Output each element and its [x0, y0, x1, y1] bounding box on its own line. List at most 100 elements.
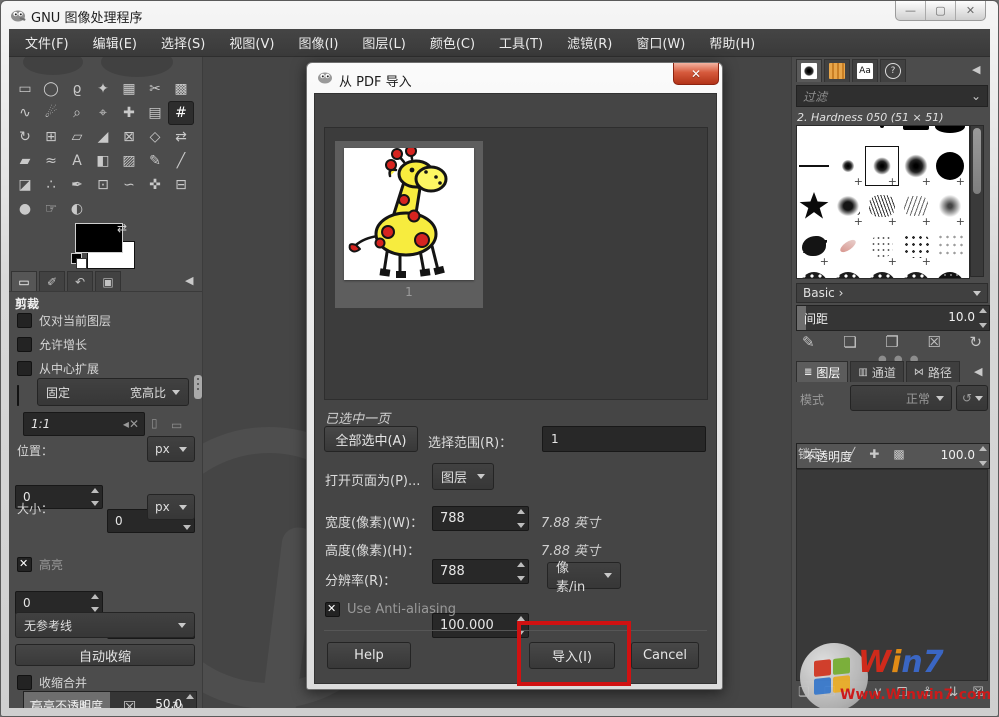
refresh-brushes-button[interactable]: ↻	[969, 333, 982, 351]
brush-sponge-2[interactable]	[831, 266, 865, 279]
menu-item[interactable]: 文件(F)	[15, 30, 79, 55]
fixed-combo[interactable]: 固定 宽高比	[37, 378, 189, 406]
menu-item[interactable]: 滤镜(R)	[557, 30, 622, 55]
default-colors-icon[interactable]	[71, 253, 85, 267]
brush-specks[interactable]	[865, 226, 899, 266]
tool-align[interactable]: ▤	[142, 101, 168, 125]
tool-gradient[interactable]: ▨	[116, 149, 142, 173]
tool-move[interactable]: ✚	[116, 101, 142, 125]
brush-hardness-050-selected[interactable]	[865, 146, 899, 186]
tool-warp[interactable]: ≈	[38, 149, 64, 173]
layers-collapse-icon[interactable]: ◀	[974, 365, 982, 378]
spin-up-icon[interactable]	[979, 446, 987, 451]
tool-airbrush[interactable]: ∴	[38, 173, 64, 197]
layers-list[interactable]	[796, 469, 988, 681]
tab-help[interactable]: ?	[880, 59, 906, 82]
spin-up-icon[interactable]	[91, 488, 99, 493]
tab-paths[interactable]: ⋈路径	[906, 361, 960, 382]
left-dock-collapse-icon[interactable]: ◀	[185, 274, 193, 287]
layer-mode-dropdown[interactable]: 正常	[850, 385, 952, 411]
menu-item[interactable]: 帮助(H)	[699, 30, 765, 55]
close-button[interactable]: ✕	[956, 1, 985, 20]
tool-perspective[interactable]: ◢	[90, 125, 116, 149]
highlight-checkbox[interactable]	[17, 557, 32, 572]
spin-up-icon[interactable]	[91, 594, 99, 599]
shrink-merged-checkbox[interactable]	[17, 675, 32, 690]
guides-dropdown[interactable]: 无参考线	[15, 612, 195, 638]
tab-brushes[interactable]	[796, 59, 822, 82]
brush-pixel[interactable]	[865, 125, 899, 146]
range-input[interactable]: 1	[542, 426, 706, 452]
tab-device-status[interactable]: ✐	[39, 271, 65, 292]
brush-sponge-5[interactable]	[933, 266, 967, 279]
brush-acrylic-2[interactable]	[865, 186, 899, 226]
brush-sponge-4[interactable]	[899, 266, 933, 279]
brush-acrylic-1[interactable]	[831, 186, 865, 226]
tool-dodge-burn[interactable]: ☞	[38, 197, 64, 221]
menu-item[interactable]: 图层(L)	[352, 30, 415, 55]
menu-item[interactable]: 编辑(E)	[83, 30, 147, 55]
help-button[interactable]: Help	[327, 642, 411, 669]
brush-sparse-dots[interactable]	[933, 226, 967, 266]
tool-dodge[interactable]: ◐	[64, 197, 90, 221]
spin-up-icon[interactable]	[979, 308, 987, 313]
tab-fonts[interactable]: Aa	[852, 59, 878, 82]
brush-grid-scrollbar[interactable]	[970, 125, 984, 277]
brush-dots[interactable]	[899, 226, 933, 266]
tool-ellipse-select[interactable]: ◯	[38, 77, 64, 101]
duplicate-layer-button[interactable]: ⧠	[897, 685, 907, 700]
height-spinner[interactable]: 788	[432, 559, 529, 584]
clear-input-icon[interactable]: ◂✕	[123, 417, 139, 431]
brush-block[interactable]	[899, 125, 933, 146]
tool-crop[interactable]: #	[168, 101, 194, 125]
spin-down-icon[interactable]	[91, 501, 99, 506]
select-all-button[interactable]: 全部选中(A)	[324, 426, 418, 452]
tool-text[interactable]: A	[64, 149, 90, 173]
tool-scissors-select[interactable]: ✂	[142, 77, 168, 101]
brush-blank[interactable]	[831, 125, 865, 146]
lock-alpha-icon[interactable]: ▩	[893, 447, 904, 461]
autoshrink-button[interactable]: 自动收缩	[15, 644, 195, 666]
tool-rect-select[interactable]: ▭	[12, 77, 38, 101]
brush-ink-blot[interactable]	[797, 226, 831, 266]
tool-perspective-clone[interactable]: ⊟	[168, 173, 194, 197]
spin-up-icon[interactable]	[517, 562, 525, 567]
lock-position-icon[interactable]: ✚	[869, 447, 879, 461]
brush-smear[interactable]	[831, 226, 865, 266]
tool-measure[interactable]: ⌖	[90, 101, 116, 125]
anchor-layer-button[interactable]: ⚓	[921, 685, 933, 700]
tool-paintbrush[interactable]: ╱	[168, 149, 194, 173]
brush-hardness-075[interactable]	[899, 146, 933, 186]
portrait-orientation-icon[interactable]: ▯	[151, 416, 158, 430]
tool-scale[interactable]: ⊞	[38, 125, 64, 149]
checkbox-row-allow-growing[interactable]: 允许增长	[17, 336, 87, 353]
tool-ink[interactable]: ✒	[64, 173, 90, 197]
aspect-ratio-input[interactable]: 1:1 ◂✕	[23, 412, 145, 436]
pdf-page-thumbnail[interactable]: 1	[335, 141, 483, 308]
menu-item[interactable]: 窗口(W)	[626, 30, 695, 55]
dock-resize-grip[interactable]	[194, 375, 202, 399]
resolution-unit-dropdown[interactable]: 像素/in	[547, 562, 621, 589]
brush-ellipse[interactable]	[933, 125, 967, 146]
spin-down-icon[interactable]	[517, 576, 525, 581]
dialog-close-button[interactable]: ✕	[673, 63, 719, 85]
open-as-dropdown[interactable]: 图层	[432, 463, 494, 490]
scrollbar-thumb[interactable]	[973, 128, 981, 194]
swap-colors-icon[interactable]: ⇄	[117, 221, 127, 235]
tool-cage-transform[interactable]: ▰	[12, 149, 38, 173]
raise-layer-button[interactable]: ∧	[850, 685, 860, 700]
maximize-button[interactable]: ▢	[926, 1, 956, 20]
antialias-checkbox-row[interactable]: Use Anti-aliasing	[325, 602, 456, 617]
new-layer-button[interactable]: ❏	[798, 685, 810, 700]
brush-sponge-1[interactable]	[797, 266, 831, 279]
tool-zoom[interactable]: ⌕	[64, 101, 90, 125]
tab-layers[interactable]: ≣图层	[796, 361, 848, 382]
tool-paths[interactable]: ∿	[12, 101, 38, 125]
title-bar[interactable]: GNU 图像处理程序 — ▢ ✕	[1, 1, 998, 29]
brush-group-dropdown[interactable]: Basic ›	[796, 283, 988, 303]
highlight-checkbox-row[interactable]: 高亮	[17, 556, 63, 573]
landscape-orientation-icon[interactable]: ▭	[171, 418, 182, 432]
tool-flip[interactable]: ⇄	[168, 125, 194, 149]
tab-images[interactable]: ▣	[95, 271, 121, 292]
menu-item[interactable]: 选择(S)	[151, 30, 215, 55]
